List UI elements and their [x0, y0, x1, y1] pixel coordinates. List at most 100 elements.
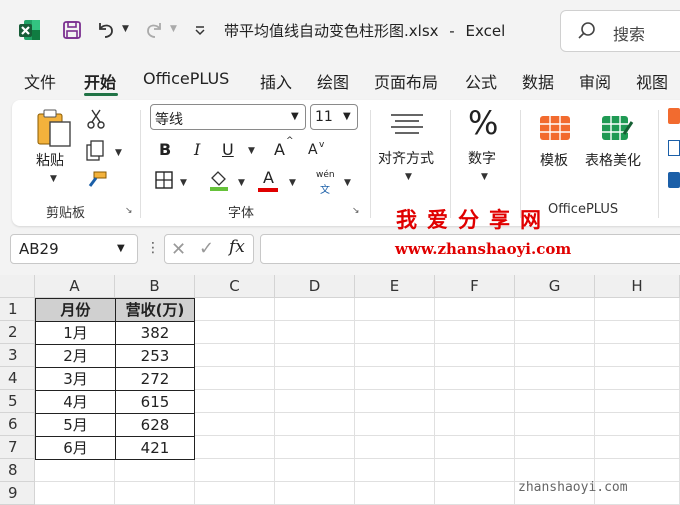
number-format-icon[interactable]: %	[468, 104, 498, 142]
redo-dropdown-icon[interactable]: ▼	[170, 24, 177, 34]
empty-cell[interactable]	[435, 413, 515, 436]
empty-cell[interactable]	[435, 298, 515, 321]
empty-cell[interactable]	[595, 413, 680, 436]
empty-cell[interactable]	[355, 482, 435, 505]
empty-cell[interactable]	[515, 413, 595, 436]
empty-cell[interactable]	[275, 298, 355, 321]
tab-view[interactable]: 视图	[636, 69, 668, 93]
empty-cell[interactable]	[515, 459, 595, 482]
row-header[interactable]: 5	[0, 390, 35, 413]
format-as-table-icon[interactable]	[668, 140, 680, 156]
tab-data[interactable]: 数据	[522, 69, 554, 93]
row-header[interactable]: 4	[0, 367, 35, 390]
copy-icon[interactable]	[84, 140, 106, 166]
underline-dropdown-icon[interactable]: ▼	[248, 146, 255, 156]
paste-icon[interactable]	[34, 108, 74, 152]
alignment-dropdown-icon[interactable]: ▼	[405, 172, 412, 182]
table-cell[interactable]: 628	[115, 413, 195, 437]
table-cell[interactable]: 3月	[35, 367, 116, 391]
insert-function-icon[interactable]: fx	[229, 237, 245, 257]
empty-cell[interactable]	[355, 436, 435, 459]
tab-formulas[interactable]: 公式	[465, 69, 497, 93]
column-header-a[interactable]: A	[35, 275, 115, 298]
undo-icon[interactable]	[94, 18, 118, 42]
empty-cell[interactable]	[595, 459, 680, 482]
borders-icon[interactable]	[154, 170, 174, 194]
table-cell[interactable]: 6月	[35, 436, 116, 460]
paste-dropdown-icon[interactable]: ▼	[50, 174, 57, 184]
table-cell[interactable]: 5月	[35, 413, 116, 437]
number-dropdown-icon[interactable]: ▼	[481, 172, 488, 182]
row-header[interactable]: 1	[0, 298, 35, 321]
font-launcher-icon[interactable]: ↘	[352, 206, 360, 216]
empty-cell[interactable]	[195, 482, 275, 505]
empty-cell[interactable]	[35, 459, 115, 482]
header-cell-month[interactable]: 月份	[35, 298, 116, 322]
empty-cell[interactable]	[515, 390, 595, 413]
confirm-icon[interactable]: ✓	[199, 238, 214, 259]
phonetic-dropdown-icon[interactable]: ▼	[344, 178, 351, 188]
empty-cell[interactable]	[355, 459, 435, 482]
row-header[interactable]: 2	[0, 321, 35, 344]
row-header[interactable]: 9	[0, 482, 35, 505]
empty-cell[interactable]	[595, 298, 680, 321]
empty-cell[interactable]	[275, 390, 355, 413]
bold-button[interactable]: B	[159, 140, 171, 159]
cancel-icon[interactable]: ✕	[171, 239, 186, 260]
worksheet-grid[interactable]: A B C D E F G H 1 2 3 4 5 6 7 8 9 月份 营收(…	[0, 275, 680, 505]
empty-cell[interactable]	[355, 367, 435, 390]
column-header-g[interactable]: G	[515, 275, 595, 298]
table-cell[interactable]: 1月	[35, 321, 116, 345]
select-all-corner[interactable]	[0, 275, 35, 298]
column-header-f[interactable]: F	[435, 275, 515, 298]
fill-color-icon[interactable]	[208, 168, 230, 196]
empty-cell[interactable]	[195, 413, 275, 436]
empty-cell[interactable]	[275, 436, 355, 459]
empty-cell[interactable]	[195, 390, 275, 413]
customize-quick-access-icon[interactable]	[190, 18, 210, 42]
empty-cell[interactable]	[435, 482, 515, 505]
empty-cell[interactable]	[195, 321, 275, 344]
copy-dropdown-icon[interactable]: ▼	[115, 148, 122, 158]
empty-cell[interactable]	[515, 344, 595, 367]
template-icon[interactable]	[538, 112, 572, 146]
empty-cell[interactable]	[35, 482, 115, 505]
empty-cell[interactable]	[515, 321, 595, 344]
phonetic-guide-bottom[interactable]: 文	[320, 181, 330, 196]
tab-insert[interactable]: 插入	[260, 69, 292, 93]
row-header[interactable]: 7	[0, 436, 35, 459]
font-name-dropdown[interactable]: 等线 ▼	[150, 104, 306, 130]
number-label[interactable]: 数字	[468, 148, 496, 168]
font-color-dropdown-icon[interactable]: ▼	[289, 178, 296, 188]
more-options-icon[interactable]: ⋮	[146, 240, 160, 256]
undo-dropdown-icon[interactable]: ▼	[122, 24, 129, 34]
tab-draw[interactable]: 绘图	[317, 69, 349, 93]
tab-officeplus[interactable]: OfficePLUS	[143, 69, 229, 88]
empty-cell[interactable]	[435, 390, 515, 413]
empty-cell[interactable]	[355, 298, 435, 321]
empty-cell[interactable]	[275, 321, 355, 344]
font-size-dropdown[interactable]: 11 ▼	[310, 104, 358, 130]
table-cell[interactable]: 421	[115, 436, 195, 460]
phonetic-guide-top[interactable]: wén	[316, 170, 335, 180]
empty-cell[interactable]	[115, 459, 195, 482]
empty-cell[interactable]	[275, 459, 355, 482]
tab-review[interactable]: 审阅	[579, 69, 611, 93]
empty-cell[interactable]	[355, 413, 435, 436]
row-header[interactable]: 3	[0, 344, 35, 367]
font-color-button[interactable]: A	[263, 168, 274, 187]
column-header-h[interactable]: H	[595, 275, 680, 298]
increase-font-size-button[interactable]: A	[274, 140, 285, 159]
empty-cell[interactable]	[595, 321, 680, 344]
header-cell-revenue[interactable]: 营收(万)	[115, 298, 195, 322]
table-cell[interactable]: 253	[115, 344, 195, 368]
column-header-b[interactable]: B	[115, 275, 195, 298]
empty-cell[interactable]	[355, 344, 435, 367]
tab-page-layout[interactable]: 页面布局	[374, 69, 438, 93]
tab-home[interactable]: 开始	[84, 69, 116, 93]
decrease-font-size-button[interactable]: A	[308, 142, 318, 158]
empty-cell[interactable]	[355, 321, 435, 344]
cell-styles-icon[interactable]	[668, 172, 680, 188]
empty-cell[interactable]	[515, 436, 595, 459]
underline-button[interactable]: U	[222, 140, 234, 159]
